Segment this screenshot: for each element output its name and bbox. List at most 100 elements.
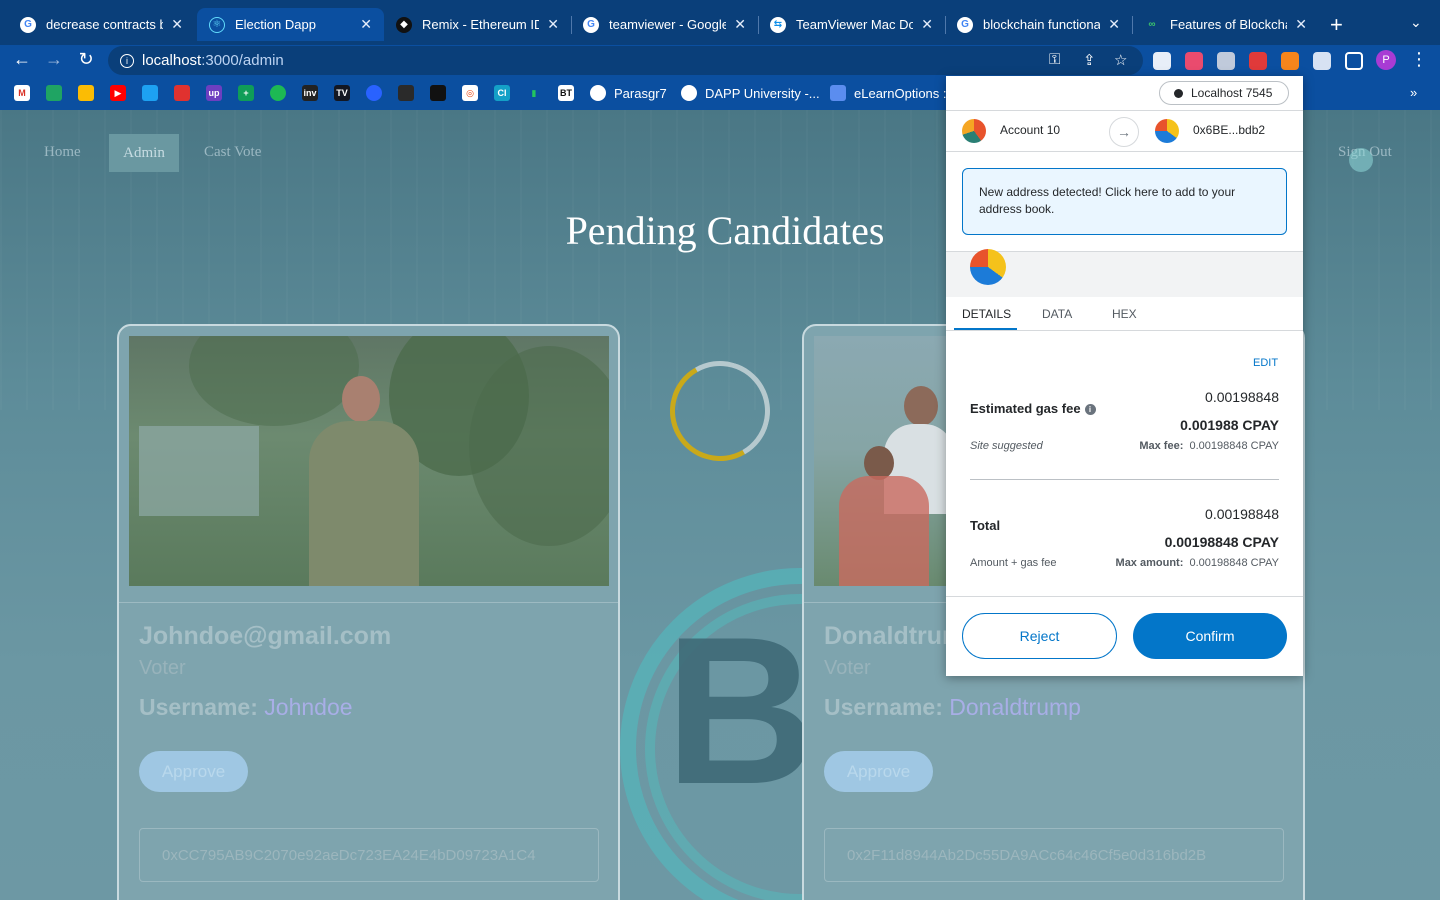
contract-avatar [970,249,1006,285]
tab-title: TeamViewer Mac Dow [796,17,914,32]
sheet-icon[interactable]: + [238,85,254,101]
bookmark-star-icon[interactable]: ☆ [1114,51,1127,69]
circle-bookmark-icon[interactable] [366,85,382,101]
network-dot-icon [1174,88,1183,98]
extensions-puzzle-icon[interactable] [1313,52,1331,70]
new-address-notice[interactable]: New address detected! Click here to add … [962,168,1287,235]
chart-bookmark-icon[interactable]: ▮ [526,85,542,101]
browser-tab[interactable]: G blockchain functional ✕ [945,8,1132,41]
total-value: 0.00198848 [1205,506,1279,522]
details-tabs: DETAILS DATA HEX [946,297,1303,331]
address-bar[interactable]: i localhost:3000/admin [108,46,1143,75]
browser-tab[interactable]: ⇆ TeamViewer Mac Dow ✕ [758,8,945,41]
browser-tab[interactable]: G teamviewer - Google ✕ [571,8,758,41]
gas-fee-value-bold: 0.001988 CPAY [1180,417,1279,433]
browser-tab[interactable]: ∞ Features of Blockchai ✕ [1132,8,1319,41]
pen-extension-icon[interactable] [1153,52,1171,70]
bookmark-black-icon[interactable] [430,85,446,101]
bookmark-dapp-university[interactable]: DAPP University -... [681,85,820,101]
bookmark-red-icon[interactable] [174,85,190,101]
drive-icon[interactable] [46,85,62,101]
metamask-fox-icon[interactable] [1281,52,1299,70]
tab-hex[interactable]: HEX [1112,307,1137,321]
arrow-right-icon: → [1109,117,1139,147]
close-tab-icon[interactable]: ✕ [1108,16,1120,33]
max-amount: Max amount: 0.00198848 CPAY [1115,557,1279,569]
close-tab-icon[interactable]: ✕ [547,16,559,33]
tab-search-chevron-icon[interactable]: ⌄ [1410,14,1422,31]
site-icon: ∞ [1148,19,1156,30]
tab-title: decrease contracts b [46,17,164,32]
close-tab-icon[interactable]: ✕ [1295,16,1307,33]
approve-button[interactable]: Approve [824,751,933,792]
ci-icon[interactable]: CI [494,85,510,101]
nav-cast-vote[interactable]: Cast Vote [204,144,261,161]
to-address[interactable]: 0x6BE...bdb2 [1193,123,1265,137]
tab-details[interactable]: DETAILS [962,307,1011,321]
google-icon: G [20,16,36,33]
spotify-icon[interactable] [270,85,286,101]
cursor-highlight [1349,148,1373,172]
candidate-username: Username: Johndoe [139,694,353,720]
bookmark-elearnoptions[interactable]: eLearnOptions : [830,85,947,101]
bitcoin-icon: B [665,593,817,828]
browser-toolbar: ← → ↻ i localhost:3000/admin ⚿ ⇪ ☆ P ⋮ [0,45,1440,76]
browser-tab[interactable]: ◆ Remix - Ethereum IDE ✕ [384,8,571,41]
twitter-icon[interactable] [142,85,158,101]
network-selector[interactable]: Localhost 7545 [1159,81,1289,105]
tab-title: teamviewer - Google [609,17,727,32]
bt-icon[interactable]: BT [558,85,574,101]
tab-title: Election Dapp [235,17,316,32]
info-icon[interactable]: i [1084,404,1096,415]
upwork-icon[interactable]: up [206,85,222,101]
browser-menu-icon[interactable]: ⋮ [1408,49,1430,70]
from-account[interactable]: Account 10 [1000,123,1060,137]
site-info-icon[interactable]: i [120,53,134,68]
browser-tab[interactable]: G decrease contracts b ✕ [8,8,195,41]
browser-tab-active[interactable]: ⚛ Election Dapp ✕ [197,8,384,41]
reload-button[interactable]: ↻ [75,49,97,70]
new-tab-button[interactable]: + [1330,12,1343,38]
cloud-extension-icon[interactable] [1217,52,1235,70]
metamask-popup: Localhost 7545 Account 10 → 0x6BE...bdb2… [946,76,1303,676]
gas-fee-label: Estimated gas fee i [970,401,1096,416]
bookmark-orange-icon[interactable]: ◎ [462,85,478,101]
tab-title: blockchain functional [983,17,1101,32]
candidate-card: Johndoe@gmail.com Voter Username: Johndo… [117,324,620,900]
candidate-role: Voter [824,657,871,679]
bookmark-parasgr7[interactable]: Parasgr7 [590,85,667,101]
teamviewer-icon: ⇆ [770,16,786,33]
side-panel-icon[interactable] [1345,52,1363,70]
photos-icon[interactable] [78,85,94,101]
key-icon[interactable]: ⚿ [1049,51,1060,68]
investing-icon[interactable]: inv [302,85,318,101]
gmail-icon[interactable]: M [14,85,30,101]
github-icon [681,85,697,101]
youtube-icon[interactable]: ▶ [110,85,126,101]
candidate-photo [129,336,609,586]
close-tab-icon[interactable]: ✕ [360,16,372,33]
react-icon: ⚛ [209,16,225,33]
video-extension-icon[interactable] [1185,52,1203,70]
tradingview-icon[interactable]: TV [334,85,350,101]
close-tab-icon[interactable]: ✕ [734,16,746,33]
bookmarks-overflow-icon[interactable]: » [1410,85,1417,100]
approve-button[interactable]: Approve [139,751,248,792]
edit-gas-button[interactable]: EDIT [1253,357,1278,369]
profile-avatar[interactable]: P [1376,50,1396,70]
remix-icon: ◆ [396,16,412,33]
red-extension-icon[interactable] [1249,52,1267,70]
sender-recipient-row: Account 10 → 0x6BE...bdb2 [946,110,1303,152]
back-button[interactable]: ← [11,49,33,70]
close-tab-icon[interactable]: ✕ [921,16,933,33]
share-icon[interactable]: ⇪ [1083,51,1096,69]
github-icon [590,85,606,101]
forward-button[interactable]: → [43,49,65,70]
confirm-button[interactable]: Confirm [1133,613,1287,659]
nav-admin[interactable]: Admin [109,134,179,172]
tab-data[interactable]: DATA [1042,307,1072,321]
bookmark-dark-icon[interactable] [398,85,414,101]
close-tab-icon[interactable]: ✕ [171,16,183,33]
nav-home[interactable]: Home [44,144,81,161]
reject-button[interactable]: Reject [962,613,1117,659]
